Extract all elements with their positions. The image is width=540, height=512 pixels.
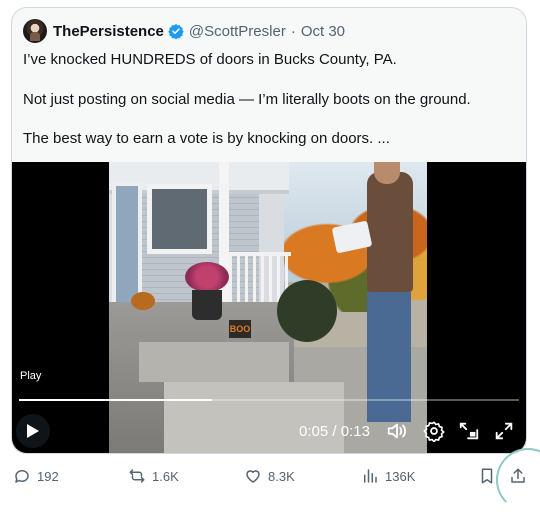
- video-player[interactable]: BOO Play 0:05 / 0:13: [12, 162, 526, 453]
- reply-count: 192: [37, 468, 59, 484]
- settings-icon[interactable]: [423, 420, 445, 442]
- tweet-header: ThePersistence @ScottPresler · Oct 30: [23, 19, 345, 43]
- current-time: 0:05: [299, 423, 329, 440]
- views-icon: [364, 469, 377, 483]
- like-action[interactable]: 8.3K: [244, 467, 295, 485]
- porch-step-bottom: [164, 382, 344, 453]
- small-mum-plant: [131, 292, 155, 310]
- duration: 0:13: [340, 423, 370, 440]
- heart-icon: [246, 470, 260, 483]
- tweet-actions: 192 1.6K 8.3K 136K: [0, 458, 540, 496]
- volume-icon[interactable]: [386, 420, 408, 442]
- tweet-line-1: I’ve knocked HUNDREDS of doors in Bucks …: [23, 51, 397, 68]
- fullscreen-icon[interactable]: [493, 420, 515, 442]
- front-door: [112, 182, 142, 310]
- video-frame: BOO: [109, 162, 427, 453]
- tweet-date[interactable]: Oct 30: [301, 23, 345, 40]
- views-action[interactable]: 136K: [361, 467, 415, 485]
- reply-icon: [15, 469, 29, 483]
- video-progress-bar[interactable]: [19, 399, 519, 401]
- reply-action[interactable]: 192: [13, 467, 59, 485]
- house-window: [147, 184, 212, 254]
- porch-step-top: [139, 342, 289, 382]
- verified-badge-icon: [168, 24, 184, 39]
- boo-sign: BOO: [229, 320, 251, 338]
- purple-mum-plant: [185, 262, 229, 292]
- video-progress-fill: [19, 399, 212, 401]
- repost-count: 1.6K: [152, 468, 179, 484]
- person-legs: [367, 292, 411, 422]
- separator-dot: ·: [290, 22, 296, 40]
- like-count: 8.3K: [268, 468, 295, 484]
- pip-icon[interactable]: [458, 420, 480, 442]
- play-button[interactable]: [16, 414, 50, 448]
- play-label: Play: [20, 370, 42, 382]
- person-head: [374, 162, 400, 184]
- tweet-line-2: Not just posting on social media — I’m l…: [23, 91, 471, 108]
- repost-action[interactable]: 1.6K: [128, 467, 179, 485]
- tweet-card[interactable]: ThePersistence @ScottPresler · Oct 30 I’…: [11, 7, 527, 454]
- person-body: [367, 172, 413, 292]
- flower-pot: [192, 290, 222, 320]
- repost-icon: [129, 469, 145, 483]
- time-separator: /: [332, 423, 337, 440]
- bookmark-icon[interactable]: [478, 467, 496, 485]
- display-name[interactable]: ThePersistence: [53, 23, 164, 40]
- shrub: [277, 280, 337, 342]
- view-count: 136K: [385, 468, 416, 484]
- video-time: 0:05 / 0:13: [299, 423, 370, 440]
- user-handle[interactable]: @ScottPresler: [189, 23, 286, 40]
- play-icon: [27, 424, 39, 438]
- avatar[interactable]: [23, 19, 47, 43]
- tweet-line-3: The best way to earn a vote is by knocki…: [23, 130, 390, 147]
